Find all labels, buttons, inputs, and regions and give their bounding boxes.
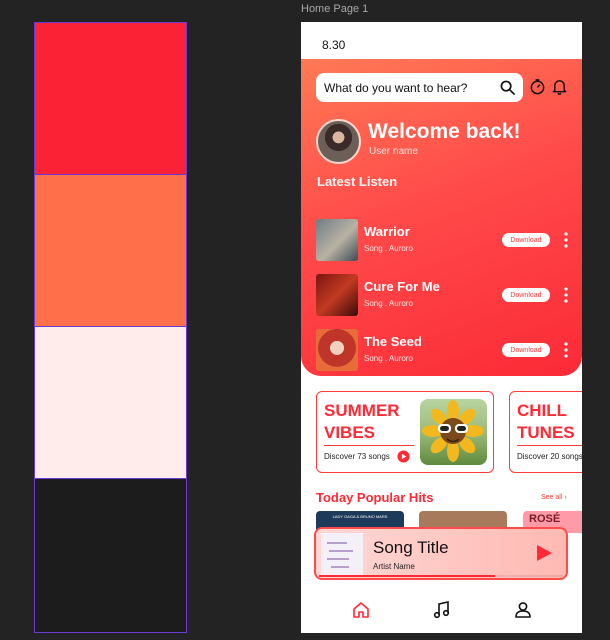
download-button[interactable]: Download (502, 233, 550, 247)
hero-panel: Welcome back! User name Latest Listen Wa… (301, 59, 582, 376)
song-cover (316, 274, 358, 316)
frame-label: Home Page 1 (301, 3, 369, 15)
avatar[interactable] (316, 119, 361, 164)
card-subtitle: Discover 73 songs (324, 452, 390, 461)
search-bar[interactable] (316, 73, 523, 102)
status-time: 8.30 (322, 38, 346, 52)
more-vertical-icon[interactable] (561, 286, 571, 304)
profile-icon[interactable] (513, 600, 533, 620)
download-button[interactable]: Download (502, 288, 550, 302)
song-cover (316, 329, 358, 371)
timer-icon[interactable] (529, 78, 546, 95)
playlist-card[interactable]: CHILL TUNES Discover 20 songs (509, 391, 582, 473)
phone-frame: 8.30 Welcome back! User name Latest List… (301, 22, 582, 633)
player-cover (321, 533, 363, 575)
music-note-icon[interactable] (432, 600, 452, 620)
song-row[interactable]: Warrior Song . Auroro Download (316, 219, 576, 261)
see-all-link[interactable]: See all › (541, 494, 567, 501)
card-title-line: SUMMER (324, 401, 400, 420)
player-song-title: Song Title (373, 538, 449, 557)
search-input[interactable] (324, 80, 494, 95)
swatch-coral (35, 175, 186, 327)
card-title-line: VIBES (324, 423, 376, 442)
download-button[interactable]: Download (502, 343, 550, 357)
see-all-label: See all (541, 494, 563, 501)
sunflower-image (420, 399, 487, 465)
card-title: SUMMER VIBES (324, 400, 400, 444)
play-circle-icon[interactable] (397, 450, 410, 463)
mini-player[interactable]: Song Title Artist Name (314, 527, 568, 580)
bottom-nav (301, 590, 582, 630)
song-meta: Song . Auroro (364, 244, 413, 253)
user-name: User name (369, 146, 418, 157)
play-icon[interactable] (534, 543, 554, 563)
swatch-dark (35, 479, 186, 632)
more-vertical-icon[interactable] (561, 341, 571, 359)
card-subtitle: Discover 20 songs (517, 452, 582, 461)
song-meta: Song . Auroro (364, 299, 413, 308)
song-title: The Seed (364, 334, 422, 349)
search-icon[interactable] (500, 80, 515, 95)
song-title: Cure For Me (364, 279, 440, 294)
song-meta: Song . Auroro (364, 354, 413, 363)
home-icon[interactable] (351, 600, 371, 620)
player-artist: Artist Name (373, 562, 415, 571)
card-divider (517, 445, 582, 446)
welcome-heading: Welcome back! (368, 120, 521, 143)
progress-bar[interactable] (319, 575, 563, 577)
playlist-card[interactable]: SUMMER VIBES Discover 73 songs (316, 391, 494, 473)
song-row[interactable]: The Seed Song . Auroro Download (316, 329, 576, 371)
swatch-primary-red (35, 23, 186, 175)
latest-listen-heading: Latest Listen (317, 174, 398, 189)
swatch-light-pink (35, 327, 186, 479)
cover-label: LADY GAGA & BRUNO MARS (332, 514, 388, 519)
cover-label: ROSÉ (529, 513, 561, 525)
progress-fill (319, 575, 495, 577)
color-palette (34, 22, 187, 633)
song-title: Warrior (364, 224, 410, 239)
bell-icon[interactable] (551, 78, 568, 95)
card-title-line: CHILL (517, 401, 568, 420)
popular-hits-heading: Today Popular Hits (316, 490, 434, 505)
more-vertical-icon[interactable] (561, 231, 571, 249)
card-divider (324, 445, 414, 446)
card-title: CHILL TUNES (517, 400, 575, 444)
song-row[interactable]: Cure For Me Song . Auroro Download (316, 274, 576, 316)
card-title-line: TUNES (517, 423, 575, 442)
song-cover (316, 219, 358, 261)
